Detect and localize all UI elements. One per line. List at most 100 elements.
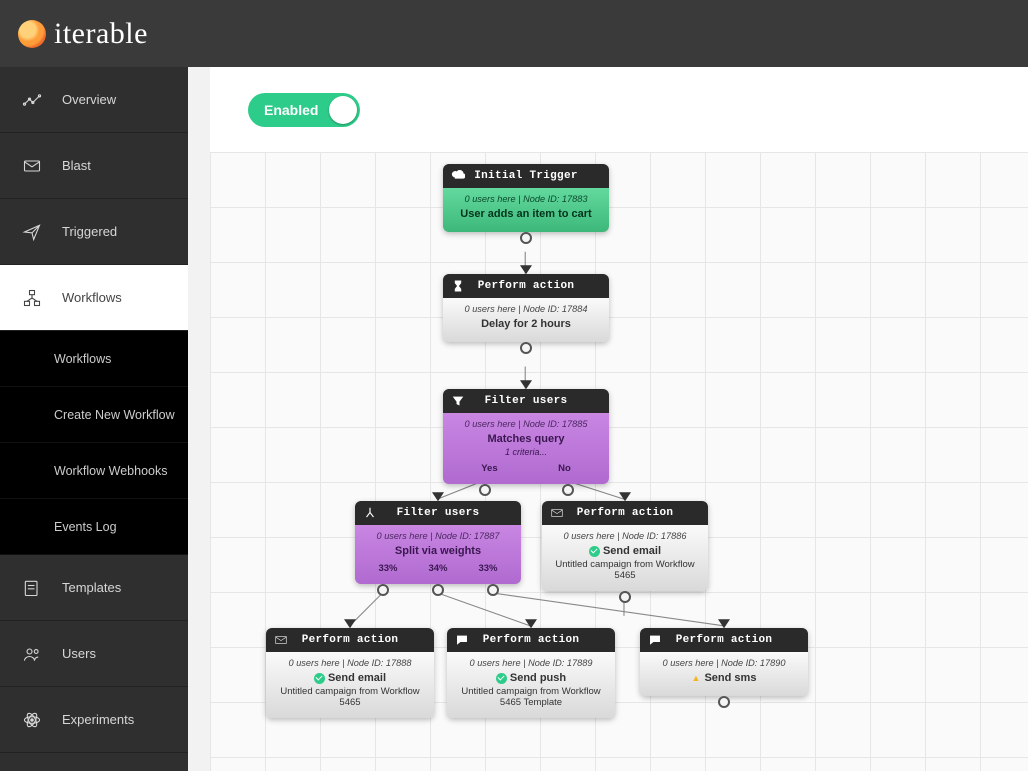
node-title: ▲Send sms <box>648 672 800 684</box>
node-port-in[interactable] <box>520 380 532 389</box>
logo-icon <box>18 20 46 48</box>
node-split-weights[interactable]: Filter users 0 users here | Node ID: 178… <box>355 501 521 584</box>
node-port-no[interactable] <box>562 484 574 496</box>
node-title: Split via weights <box>363 545 513 557</box>
node-meta: 0 users here | Node ID: 17890 <box>648 658 800 668</box>
node-port-out[interactable] <box>520 232 532 244</box>
node-port-w2[interactable] <box>432 584 444 596</box>
branch-w3-label: 33% <box>478 563 497 574</box>
node-meta: 0 users here | Node ID: 17886 <box>550 531 700 541</box>
hourglass-icon <box>451 279 465 293</box>
sidebar-item-label: Experiments <box>62 712 134 727</box>
node-body: 0 users here | Node ID: 17889 Send push … <box>447 652 615 718</box>
node-port-in[interactable] <box>525 619 537 628</box>
node-port-yes[interactable] <box>479 484 491 496</box>
node-header: Perform action <box>447 628 615 652</box>
node-criteria: 1 criteria... <box>451 447 601 457</box>
lightning-cloud-icon <box>451 169 465 183</box>
node-meta: 0 users here | Node ID: 17888 <box>274 658 426 668</box>
sidebar-item-label: Workflows <box>54 352 111 366</box>
sidebar-sub-workflow-webhooks[interactable]: Workflow Webhooks <box>0 443 188 499</box>
node-header-label: Perform action <box>676 634 773 646</box>
toggle-label: Enabled <box>264 102 318 118</box>
sidebar-item-label: Templates <box>62 580 121 595</box>
templates-icon <box>22 578 42 598</box>
node-title: Send push <box>455 672 607 684</box>
sidebar-item-users[interactable]: Users <box>0 621 188 687</box>
node-header: Perform action <box>266 628 434 652</box>
sidebar-item-label: Events Log <box>54 520 117 534</box>
check-icon <box>589 546 600 557</box>
sidebar-sub-workflows[interactable]: Workflows <box>0 331 188 387</box>
workflow-canvas[interactable]: Initial Trigger 0 users here | Node ID: … <box>210 152 1028 771</box>
sidebar-item-experiments[interactable]: Experiments <box>0 687 188 753</box>
node-meta: 0 users here | Node ID: 17883 <box>451 194 601 204</box>
node-port-w3[interactable] <box>487 584 499 596</box>
node-body: 0 users here | Node ID: 17886 Send email… <box>542 525 708 591</box>
sidebar-item-workflows[interactable]: Workflows <box>0 265 188 331</box>
node-header-label: Initial Trigger <box>474 170 578 182</box>
sidebar-item-label: Users <box>62 646 96 661</box>
node-send-email-yes[interactable]: Perform action 0 users here | Node ID: 1… <box>266 628 434 718</box>
sidebar-item-blast[interactable]: Blast <box>0 133 188 199</box>
branch-no-label: No <box>558 463 571 474</box>
logo-text: iterable <box>54 17 148 51</box>
node-delay[interactable]: Perform action 0 users here | Node ID: 1… <box>443 274 609 342</box>
node-port-in[interactable] <box>520 265 532 274</box>
sidebar-item-label: Workflows <box>62 290 122 305</box>
node-header-label: Filter users <box>485 395 568 407</box>
node-header: Perform action <box>443 274 609 298</box>
node-header: Perform action <box>542 501 708 525</box>
chat-bubble-icon <box>455 633 469 647</box>
check-icon <box>314 673 325 684</box>
envelope-icon <box>274 633 288 647</box>
node-title: Send email <box>550 545 700 557</box>
warning-icon: ▲ <box>692 673 701 683</box>
sidebar-item-overview[interactable]: Overview <box>0 67 188 133</box>
node-send-email-no[interactable]: Perform action 0 users here | Node ID: 1… <box>542 501 708 591</box>
node-port-out[interactable] <box>619 591 631 603</box>
node-port-out[interactable] <box>718 696 730 708</box>
node-filter-query[interactable]: Filter users 0 users here | Node ID: 178… <box>443 389 609 484</box>
node-port-w1[interactable] <box>377 584 389 596</box>
node-body: 0 users here | Node ID: 17883 User adds … <box>443 188 609 232</box>
sidebar-item-label: Create New Workflow <box>54 408 175 422</box>
node-title: Matches query <box>451 433 601 445</box>
node-meta: 0 users here | Node ID: 17887 <box>363 531 513 541</box>
sidebar-item-label: Overview <box>62 92 116 107</box>
node-header-label: Perform action <box>483 634 580 646</box>
node-body: 0 users here | Node ID: 17888 Send email… <box>266 652 434 718</box>
sidebar-sub-events-log[interactable]: Events Log <box>0 499 188 555</box>
sidebar-item-label: Blast <box>62 158 91 173</box>
node-title: Send email <box>274 672 426 684</box>
node-title: User adds an item to cart <box>451 208 601 220</box>
node-port-in[interactable] <box>344 619 356 628</box>
sidebar-sub-create-workflow[interactable]: Create New Workflow <box>0 387 188 443</box>
node-sub: Untitled campaign from Workflow 5465 Tem… <box>455 686 607 708</box>
node-initial-trigger[interactable]: Initial Trigger 0 users here | Node ID: … <box>443 164 609 232</box>
node-sub: Untitled campaign from Workflow 5465 <box>274 686 426 708</box>
topbar: iterable <box>0 0 1028 67</box>
node-send-push[interactable]: Perform action 0 users here | Node ID: 1… <box>447 628 615 718</box>
node-send-sms[interactable]: Perform action 0 users here | Node ID: 1… <box>640 628 808 696</box>
funnel-icon <box>451 394 465 408</box>
node-body: 0 users here | Node ID: 17890 ▲Send sms <box>640 652 808 696</box>
workflow-enabled-toggle[interactable]: Enabled <box>248 93 360 127</box>
node-body: 0 users here | Node ID: 17885 Matches qu… <box>443 413 609 484</box>
node-port-in[interactable] <box>718 619 730 628</box>
node-port-out[interactable] <box>520 342 532 354</box>
node-meta: 0 users here | Node ID: 17884 <box>451 304 601 314</box>
node-meta: 0 users here | Node ID: 17885 <box>451 419 601 429</box>
sidebar-item-templates[interactable]: Templates <box>0 555 188 621</box>
node-header-label: Filter users <box>397 507 480 519</box>
sidebar-item-triggered[interactable]: Triggered <box>0 199 188 265</box>
chat-bubble-icon <box>648 633 662 647</box>
envelope-icon <box>22 156 42 176</box>
branch-yes-label: Yes <box>481 463 497 474</box>
node-meta: 0 users here | Node ID: 17889 <box>455 658 607 668</box>
node-port-in[interactable] <box>619 492 631 501</box>
node-port-in[interactable] <box>432 492 444 501</box>
canvas-area: Enabled Initial Trigger <box>188 67 1028 771</box>
main: Overview Blast Triggered Workflows Workf… <box>0 67 1028 771</box>
node-title: Delay for 2 hours <box>451 318 601 330</box>
